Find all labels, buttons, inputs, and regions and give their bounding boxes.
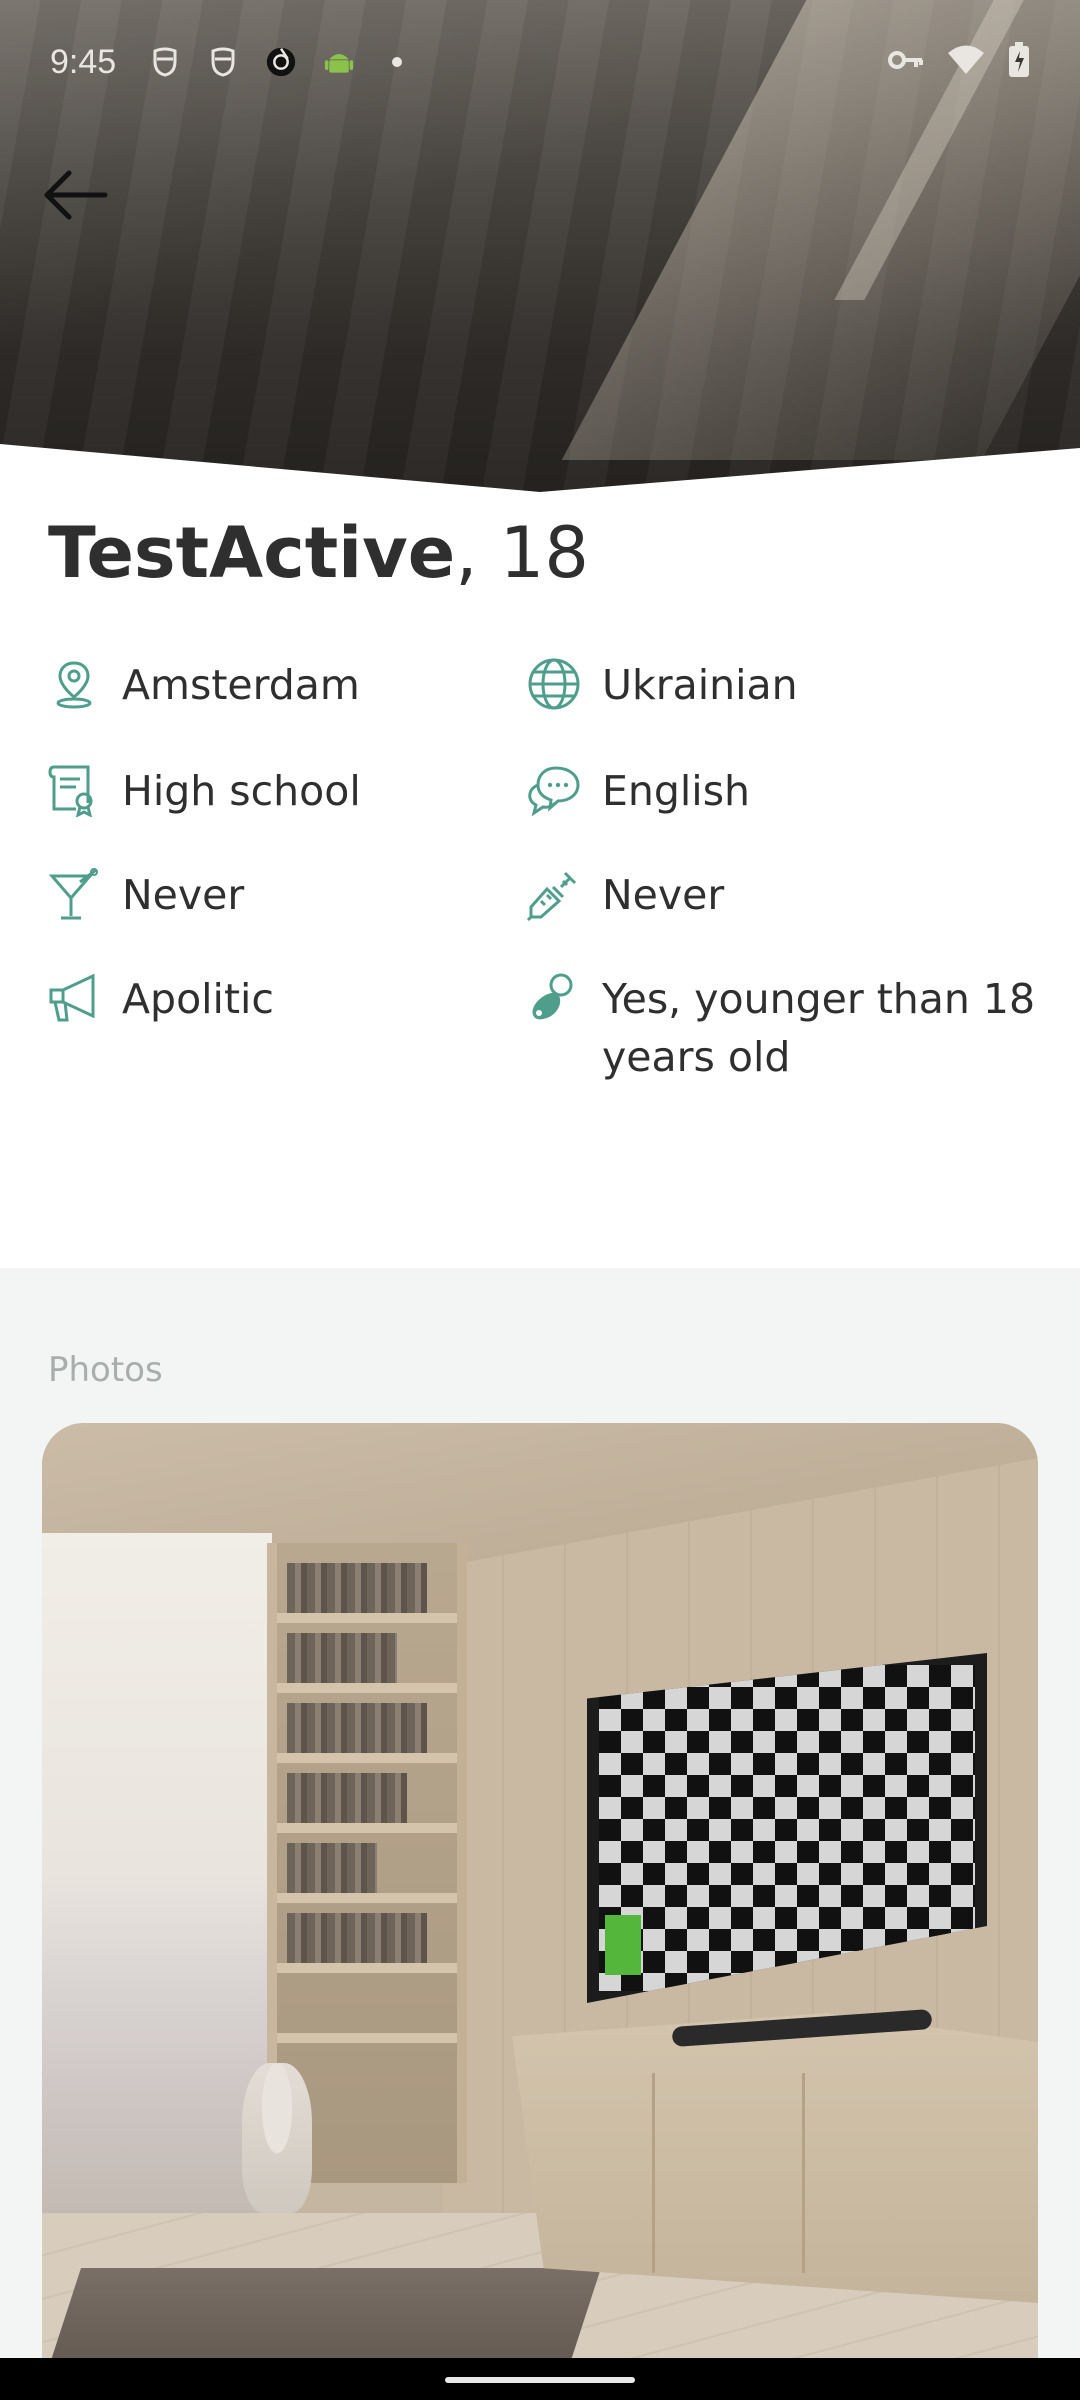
chat-bubbles-icon (526, 762, 582, 818)
detail-nationality: Ukrainian (526, 656, 798, 714)
arrow-left-icon (44, 170, 108, 220)
cover-photo-angled-edge (0, 444, 1080, 510)
battery-icon (1008, 42, 1030, 82)
profile-name: TestActive (48, 512, 456, 594)
back-button[interactable] (34, 160, 114, 230)
location-pin-icon (46, 656, 102, 712)
wifi-icon (946, 44, 986, 80)
status-time: 9:45 (50, 42, 117, 81)
detail-label: Never (602, 871, 725, 919)
profile-age: , 18 (455, 512, 589, 594)
megaphone-icon (46, 970, 102, 1026)
android-icon (324, 47, 354, 77)
status-right-icons (888, 42, 1030, 82)
cocktail-icon (46, 866, 102, 922)
photo-cabinet (512, 2013, 1038, 2303)
privacy-mask-icon (208, 47, 238, 77)
detail-drinking: Never (46, 866, 244, 924)
dot-icon (382, 47, 412, 77)
detail-label: Never (122, 871, 245, 919)
detail-politics: Apolitic (46, 970, 274, 1028)
status-bar: 9:45 (0, 0, 1080, 124)
detail-children: Yes, younger than 18 years old (526, 970, 1046, 1086)
detail-language: English (526, 762, 750, 820)
vpn-key-icon (888, 49, 924, 75)
detail-label: Apolitic (122, 975, 274, 1023)
detail-label: Amsterdam (122, 661, 360, 709)
diploma-icon (46, 762, 102, 818)
photos-section-title: Photos (48, 1350, 163, 1390)
detail-location: Amsterdam (46, 656, 360, 714)
pacifier-icon (526, 970, 582, 1026)
photo-rug (42, 2268, 601, 2363)
camera-shutter-icon (266, 47, 296, 77)
privacy-mask-icon (150, 47, 180, 77)
profile-photo[interactable] (42, 1423, 1038, 2363)
detail-label: Yes, younger than 18 years old (602, 975, 1036, 1081)
profile-name-age: TestActive, 18 (48, 512, 589, 594)
globe-icon (526, 656, 582, 712)
photo-cat (242, 2063, 312, 2213)
photo-window (42, 1533, 272, 2293)
syringe-icon (526, 866, 582, 922)
detail-label: English (602, 767, 751, 815)
detail-label: Ukrainian (602, 661, 798, 709)
home-gesture-handle[interactable] (445, 2377, 635, 2383)
detail-education: High school (46, 762, 361, 820)
detail-label: High school (122, 767, 361, 815)
detail-drugs: Never (526, 866, 724, 924)
